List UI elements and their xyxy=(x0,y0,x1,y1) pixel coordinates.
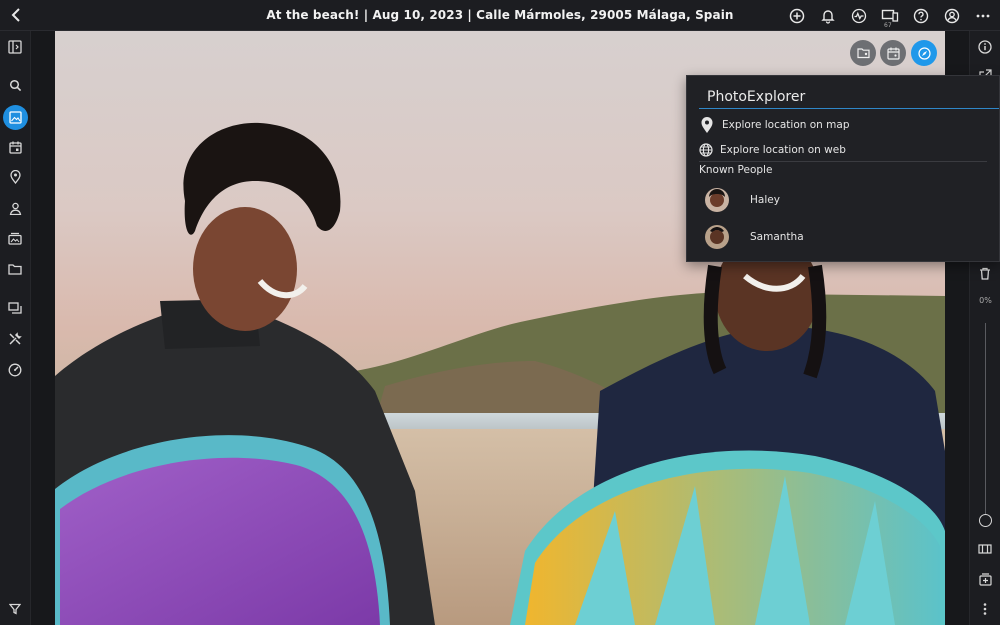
photo-explorer-popup: PhotoExplorer Explore location on map Ex… xyxy=(686,75,1000,262)
library-icon[interactable] xyxy=(4,297,26,319)
people-icon[interactable] xyxy=(4,197,26,219)
info-icon[interactable] xyxy=(974,36,996,58)
dashboard-icon[interactable] xyxy=(4,359,26,381)
explore-map-item[interactable]: Explore location on map xyxy=(699,114,849,136)
compare-icon[interactable] xyxy=(974,538,996,560)
folder-icon[interactable] xyxy=(4,258,26,280)
left-sidebar xyxy=(0,31,31,625)
sidebar-toggle-icon[interactable] xyxy=(4,36,26,58)
folder-location-icon xyxy=(856,48,870,59)
search-icon[interactable] xyxy=(4,74,26,96)
zoom-slider[interactable] xyxy=(985,323,986,519)
upload-count-badge: 67 xyxy=(884,22,892,29)
more-vertical-icon[interactable] xyxy=(974,598,996,620)
person-name: Haley xyxy=(750,194,780,206)
globe-icon xyxy=(699,143,713,157)
calendar-location-button[interactable] xyxy=(880,40,906,66)
known-people-label: Known People xyxy=(699,164,773,176)
account-icon[interactable] xyxy=(941,5,963,27)
calendar-location-icon xyxy=(886,47,900,60)
person-item[interactable]: Haley xyxy=(705,187,780,213)
tools-icon[interactable] xyxy=(4,328,26,350)
more-horizontal-icon[interactable] xyxy=(972,5,994,27)
folder-location-button[interactable] xyxy=(850,40,876,66)
avatar xyxy=(705,225,729,249)
avatar xyxy=(705,188,729,212)
top-bar: At the beach! | Aug 10, 2023 | Calle Már… xyxy=(0,0,1000,31)
compass-icon xyxy=(917,46,931,60)
calendar-icon[interactable] xyxy=(4,136,26,158)
devices-icon[interactable]: 67 xyxy=(879,5,901,29)
popup-divider xyxy=(699,161,987,162)
explore-web-label: Explore location on web xyxy=(720,144,846,156)
zoom-label: 0% xyxy=(979,296,992,305)
popup-title-divider xyxy=(699,108,999,109)
activity-icon[interactable] xyxy=(848,5,870,27)
filter-icon[interactable] xyxy=(4,598,26,620)
explore-web-item[interactable]: Explore location on web xyxy=(699,139,846,161)
places-icon[interactable] xyxy=(4,166,26,188)
zoom-slider-thumb[interactable] xyxy=(979,514,992,527)
person-name: Samantha xyxy=(750,231,804,243)
compass-button[interactable] xyxy=(911,40,937,66)
albums-icon[interactable] xyxy=(4,227,26,249)
person-item[interactable]: Samantha xyxy=(705,224,804,250)
add-to-album-icon[interactable] xyxy=(974,568,996,590)
help-icon[interactable] xyxy=(910,5,932,27)
delete-icon[interactable] xyxy=(974,262,996,284)
bell-icon[interactable] xyxy=(817,5,839,27)
photos-icon[interactable] xyxy=(3,105,28,130)
popup-title: PhotoExplorer xyxy=(707,89,806,105)
map-pin-icon xyxy=(701,117,713,133)
add-circle-icon[interactable] xyxy=(786,5,808,27)
explore-map-label: Explore location on map xyxy=(722,119,850,131)
